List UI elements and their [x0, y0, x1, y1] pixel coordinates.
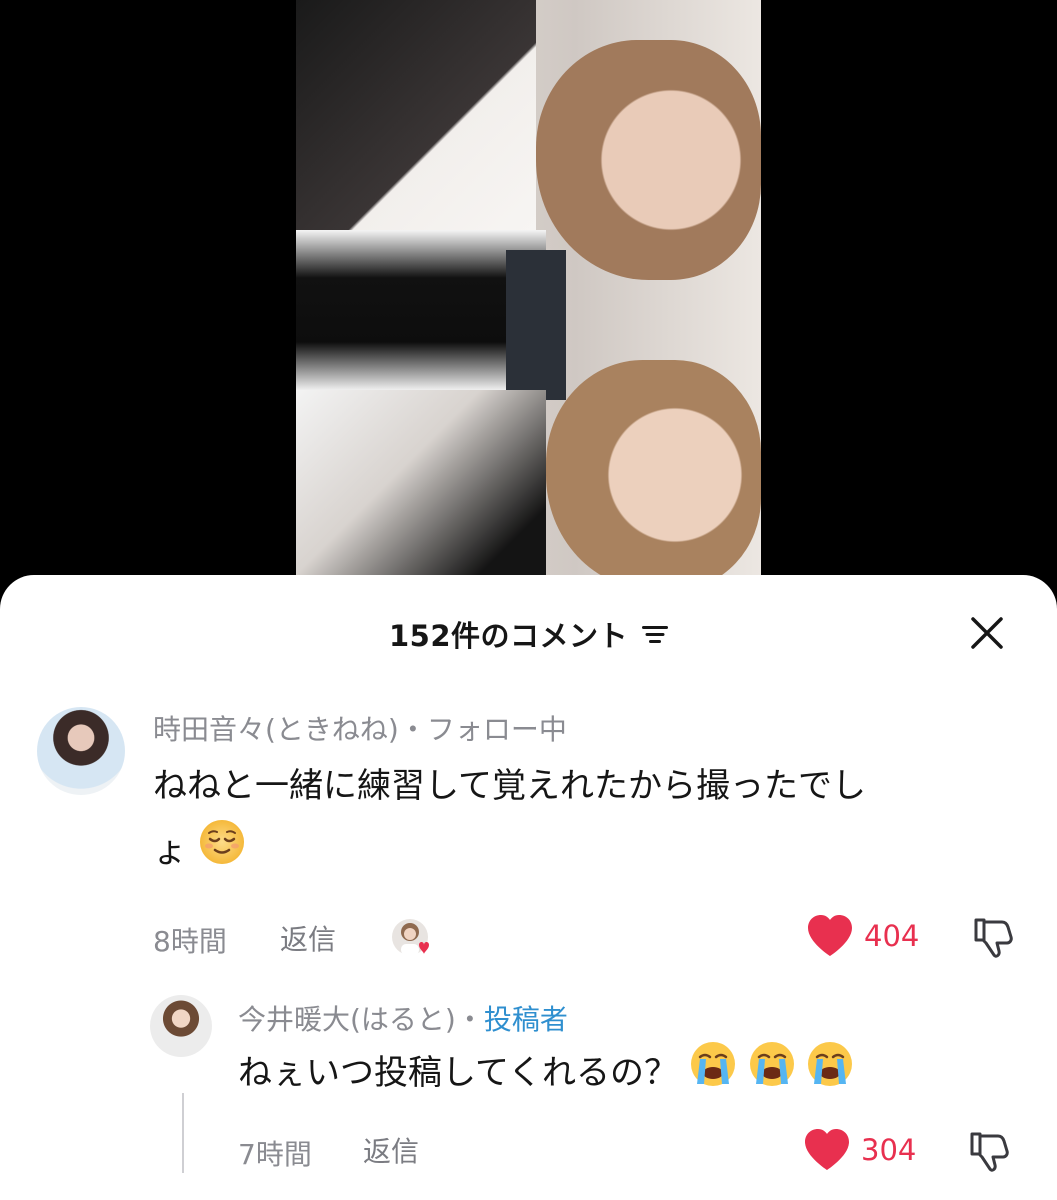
video-frame[interactable] [296, 0, 761, 600]
heart-icon[interactable] [803, 1128, 851, 1172]
avatar[interactable] [150, 995, 212, 1057]
like-button[interactable]: 304 [803, 1128, 916, 1172]
loudly-crying-face-icon [748, 1040, 796, 1109]
comments-header: 152件のコメント [0, 603, 1057, 657]
creator-liked-icon [391, 918, 429, 956]
comment-count-label: 152件のコメント [388, 619, 629, 653]
comment-reply-item: 今井暖大(はると)・投稿者 ねぇいつ投稿してくれるの？ 7時間 返信 304 [0, 990, 1057, 1190]
comment-username[interactable]: 時田音々(ときねね)・フォロー中 [153, 708, 567, 748]
video-monitor [506, 250, 566, 400]
comment-item: 時田音々(ときねね)・フォロー中 ねねと一緒に練習して覚えれたから撮ったでし ょ… [0, 700, 1057, 970]
comment-time: 8時間 [153, 925, 227, 958]
comment-text-line-1: ねねと一緒に練習して覚えれたから撮ったでし [153, 766, 866, 806]
like-count: 404 [864, 919, 920, 953]
comment-text: ねぇいつ投稿してくれるの？ [238, 1040, 1038, 1109]
close-icon[interactable] [965, 611, 1009, 655]
like-button[interactable]: 404 [806, 914, 919, 958]
video-player[interactable] [0, 0, 1057, 600]
video-hair-top [536, 40, 761, 280]
video-figure-bottom [296, 390, 546, 600]
reply-button[interactable]: 返信 [363, 1130, 419, 1170]
dislike-icon[interactable] [970, 916, 1013, 958]
author-badge: 投稿者 [483, 1003, 568, 1036]
video-hair-bottom [546, 360, 761, 590]
video-figure-top [296, 0, 536, 230]
follow-status: フォロー中 [426, 713, 567, 746]
comment-text-line-2: ょ [153, 831, 187, 871]
comment-text: ねねと一緒に練習して覚えれたから撮ったでし ょ [153, 754, 1023, 887]
username-separator: ・ [398, 713, 427, 746]
loudly-crying-face-icon [689, 1040, 737, 1109]
like-count: 304 [861, 1133, 917, 1167]
dislike-icon[interactable] [966, 1130, 1009, 1172]
comment-text-line-1: ねぇいつ投稿してくれるの？ [238, 1053, 678, 1093]
comment-username[interactable]: 今井暖大(はると)・投稿者 [238, 998, 568, 1038]
filter-sort-icon[interactable] [642, 623, 669, 645]
username-separator: ・ [455, 1003, 484, 1036]
username-text[interactable]: 今井暖大(はると) [238, 1003, 456, 1036]
loudly-crying-face-icon [806, 1040, 854, 1109]
comment-time: 7時間 [238, 1138, 312, 1171]
comment-count-title: 152件のコメント [0, 613, 1057, 655]
username-text[interactable]: 時田音々(ときねね) [153, 713, 399, 746]
heart-icon[interactable] [806, 914, 854, 958]
avatar[interactable] [37, 707, 125, 795]
reply-button[interactable]: 返信 [280, 918, 336, 958]
relieved-face-icon [198, 818, 246, 887]
